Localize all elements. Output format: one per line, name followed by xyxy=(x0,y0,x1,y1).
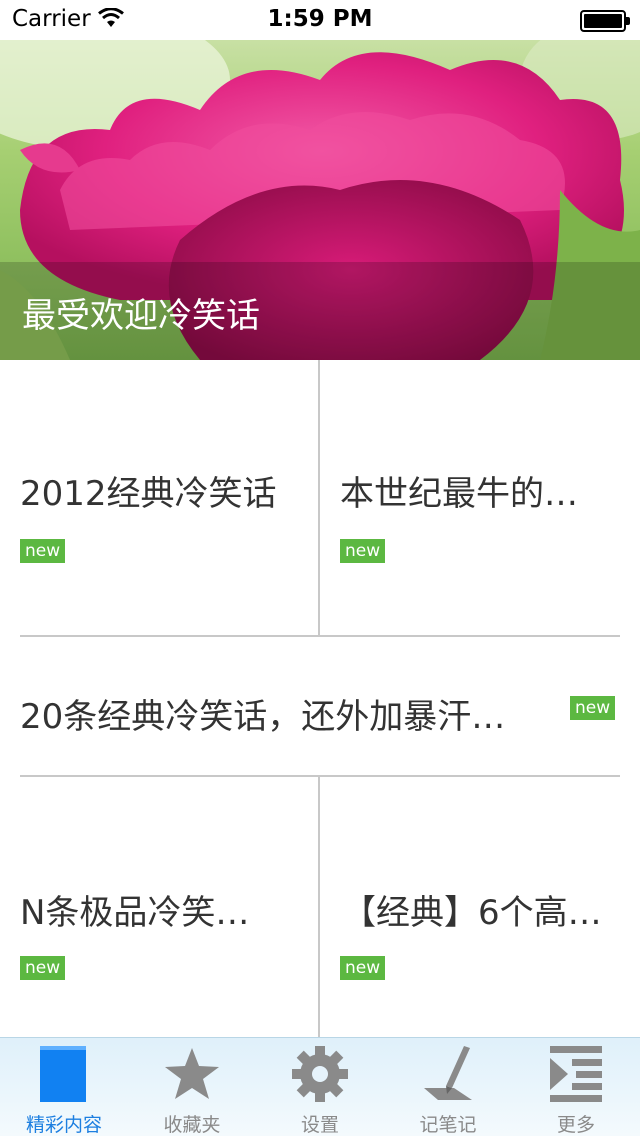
card-title: 2012经典冷笑话 xyxy=(20,474,277,514)
divider-vertical xyxy=(318,777,320,1037)
divider-vertical xyxy=(318,360,320,636)
star-icon xyxy=(165,1048,219,1099)
more-icon xyxy=(550,1046,602,1102)
tab-label: 记笔记 xyxy=(419,1114,477,1136)
tab-label: 收藏夹 xyxy=(163,1114,221,1136)
gear-icon xyxy=(292,1046,348,1102)
card-title: N条极品冷笑… xyxy=(20,893,250,933)
tab-label: 精彩内容 xyxy=(25,1114,102,1136)
tab-bar: 精彩内容 收藏夹 设置 记笔记 更多 xyxy=(0,1037,640,1136)
content-icon xyxy=(40,1046,86,1102)
card-2[interactable]: 本世纪最牛的… new xyxy=(320,360,640,636)
new-badge: new xyxy=(570,696,616,720)
tab-more[interactable]: 更多 xyxy=(512,1038,640,1136)
tab-content[interactable]: 精彩内容 xyxy=(0,1038,128,1136)
tab-label: 设置 xyxy=(300,1114,339,1136)
new-badge: new xyxy=(340,539,386,563)
tab-notes[interactable]: 记笔记 xyxy=(384,1038,512,1136)
banner-caption: 最受欢迎冷笑话 xyxy=(22,296,260,336)
new-badge: new xyxy=(340,956,386,980)
card-4[interactable]: N条极品冷笑… new xyxy=(0,777,318,1037)
note-icon xyxy=(424,1046,472,1100)
status-bar: Carrier 1:59 PM xyxy=(0,0,640,40)
tab-label: 更多 xyxy=(556,1114,595,1136)
clock: 1:59 PM xyxy=(267,6,373,32)
tab-favorites[interactable]: 收藏夹 xyxy=(128,1038,256,1136)
card-title: 【经典】6个高… xyxy=(342,893,602,933)
card-title: 本世纪最牛的… xyxy=(340,474,578,514)
new-badge: new xyxy=(20,539,66,563)
card-5[interactable]: 【经典】6个高… new xyxy=(320,777,640,1037)
card-title: 20条经典冷笑话，还外加暴汗… xyxy=(20,697,506,737)
new-badge: new xyxy=(20,956,66,980)
card-3[interactable]: 20条经典冷笑话，还外加暴汗… new xyxy=(0,637,640,776)
battery-icon xyxy=(580,10,630,32)
tab-settings[interactable]: 设置 xyxy=(256,1038,384,1136)
card-1[interactable]: 2012经典冷笑话 new xyxy=(0,360,318,636)
featured-banner[interactable]: 最受欢迎冷笑话 xyxy=(0,40,640,360)
